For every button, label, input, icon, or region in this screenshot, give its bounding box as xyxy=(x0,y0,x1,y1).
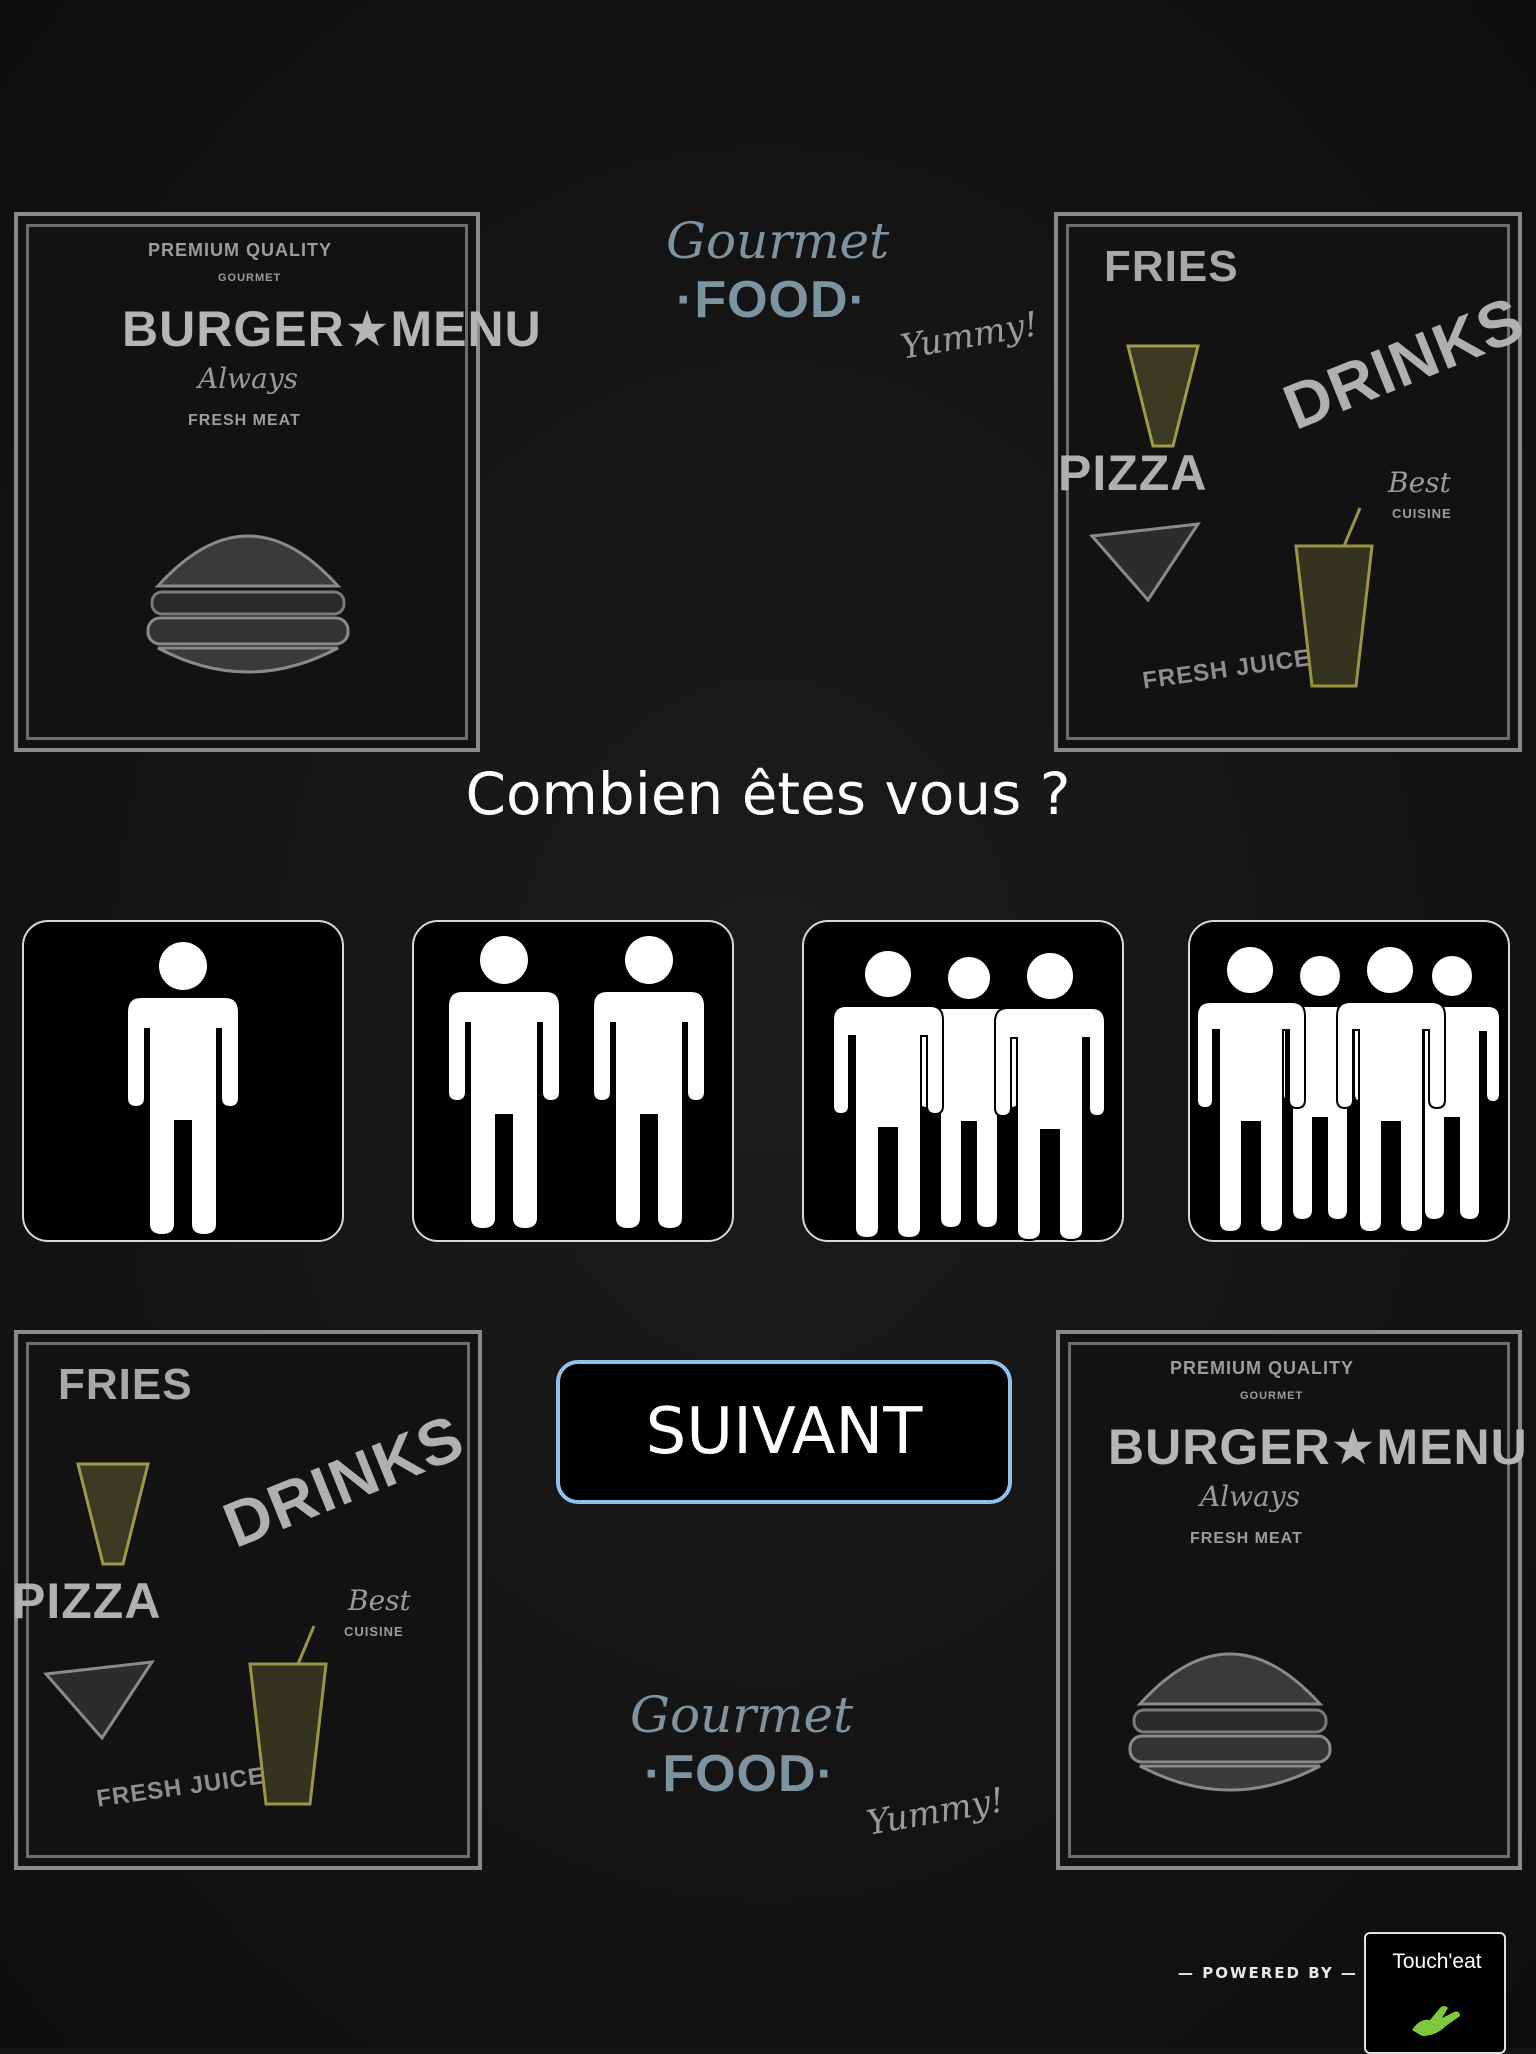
burger-illustration xyxy=(1128,1652,1332,1792)
best-script: Best xyxy=(348,1584,411,1617)
fries-illustration xyxy=(1126,344,1200,448)
drinks-text: DRINKS xyxy=(213,1400,474,1562)
party-size-1-button[interactable] xyxy=(22,920,344,1242)
fries-text: FRIES xyxy=(58,1360,193,1409)
party-size-question: Combien êtes vous ? xyxy=(465,760,1071,828)
always-script: Always xyxy=(1200,1480,1301,1513)
gourmet-small-text: GOURMET xyxy=(218,272,282,284)
pizza-slice-illustration xyxy=(1088,522,1202,603)
burger-menu-board-bottom: PREMIUM QUALITY GOURMET BURGER★MENU Alwa… xyxy=(1056,1330,1527,1870)
burger-menu-title: BURGER★MENU xyxy=(1108,1419,1528,1475)
one-person-icon xyxy=(128,942,238,1234)
three-people-icon xyxy=(832,949,1106,1242)
fries-text: FRIES xyxy=(1104,242,1239,291)
cuisine-text: CUISINE xyxy=(1392,506,1452,521)
premium-quality-text: PREMIUM QUALITY xyxy=(1170,1358,1354,1378)
two-people-icon xyxy=(449,936,704,1228)
burger-menu-board-top: PREMIUM QUALITY GOURMET BURGER★MENU Alwa… xyxy=(14,212,541,752)
food-text-top: ·FOOD· xyxy=(676,271,867,329)
drinks-text: DRINKS xyxy=(1273,282,1534,444)
hand-touch-icon xyxy=(1412,2006,1460,2036)
always-script: Always xyxy=(198,362,299,395)
pizza-slice-illustration xyxy=(42,1660,156,1741)
powered-by-label: — POWERED BY — xyxy=(1178,1964,1358,1982)
toucheat-logo[interactable]: Touch'eat xyxy=(1364,1932,1506,2054)
juice-cup-illustration xyxy=(1294,507,1374,688)
gourmet-script-top: Gourmet xyxy=(666,212,890,270)
drinks-board-top: FRIES DRINKS PIZZA Best CUISINE FRESH JU… xyxy=(1054,212,1534,752)
toucheat-logo-text: Touch'eat xyxy=(1392,1950,1482,1973)
fresh-meat-text: FRESH MEAT xyxy=(188,412,301,429)
party-size-3-button[interactable] xyxy=(802,920,1124,1242)
gourmet-script-bottom: Gourmet xyxy=(630,1686,854,1744)
fries-illustration xyxy=(76,1462,150,1566)
burger-menu-title: BURGER★MENU xyxy=(122,301,542,357)
best-script: Best xyxy=(1388,466,1451,499)
juice-cup-illustration xyxy=(248,1625,328,1806)
four-people-icon xyxy=(1196,945,1501,1234)
burger-illustration xyxy=(146,534,350,674)
drinks-board-bottom: FRIES DRINKS PIZZA Best CUISINE FRESH JU… xyxy=(12,1330,482,1870)
pizza-text: PIZZA xyxy=(12,1573,162,1629)
gourmet-small-text: GOURMET xyxy=(1240,1390,1304,1402)
fresh-meat-text: FRESH MEAT xyxy=(1190,1530,1303,1547)
food-text-bottom: ·FOOD· xyxy=(644,1745,835,1803)
party-size-2-button[interactable] xyxy=(412,920,734,1242)
premium-quality-text: PREMIUM QUALITY xyxy=(148,240,332,260)
party-size-4-button[interactable] xyxy=(1188,920,1510,1242)
next-button[interactable]: SUIVANT xyxy=(556,1360,1012,1504)
cuisine-text: CUISINE xyxy=(344,1624,404,1639)
